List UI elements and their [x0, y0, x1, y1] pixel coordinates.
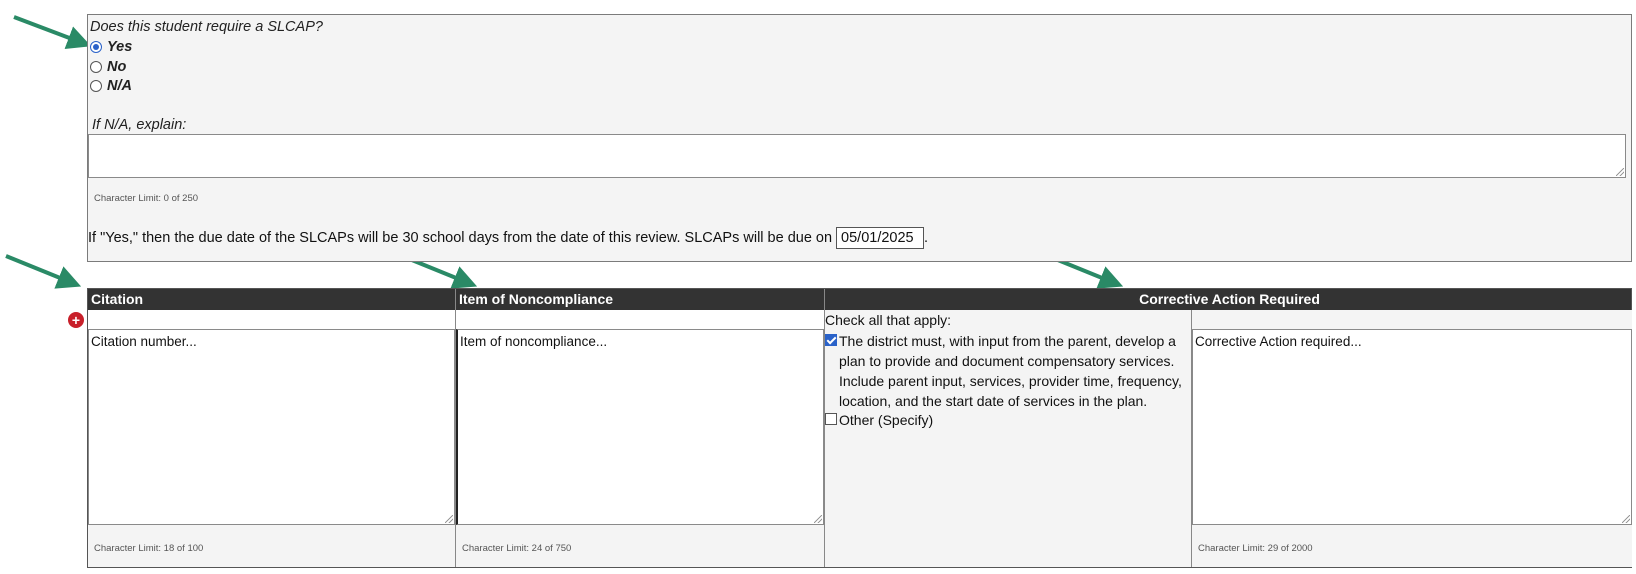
radio-no-label: No — [107, 59, 127, 75]
resize-grip-icon[interactable] — [814, 515, 822, 523]
radio-yes-button[interactable] — [90, 41, 102, 53]
corrective-text-cell: Corrective Action required... Character … — [1191, 310, 1632, 567]
checks-prompt: Check all that apply: — [825, 312, 952, 328]
resize-grip-icon[interactable] — [1616, 168, 1624, 176]
radio-no-button[interactable] — [90, 61, 102, 73]
check-compensatory-label: The district must, with input from the p… — [839, 333, 1182, 409]
radio-na[interactable]: N/A — [90, 78, 132, 94]
resize-grip-icon[interactable] — [1622, 515, 1630, 523]
item-char-limit: Character Limit: 24 of 750 — [462, 543, 572, 554]
item-cell: Item of noncompliance... Character Limit… — [456, 329, 824, 567]
explain-label: If N/A, explain: — [92, 117, 187, 133]
radio-yes[interactable]: Yes — [90, 39, 132, 55]
radio-na-label: N/A — [107, 78, 132, 94]
citation-cell: Citation number... Character Limit: 18 o… — [88, 329, 455, 567]
corrective-textarea[interactable]: Corrective Action required... — [1192, 329, 1632, 525]
checkbox-compensatory[interactable] — [825, 334, 837, 346]
checkbox-other[interactable] — [825, 413, 837, 425]
add-row-icon[interactable]: + — [68, 312, 84, 328]
slcap-panel: Does this student require a SLCAP? Yes N… — [87, 14, 1632, 262]
citation-textarea[interactable]: Citation number... — [88, 329, 455, 525]
check-option-other[interactable]: Other (Specify) — [825, 410, 933, 430]
corrective-checks-cell: Check all that apply: The district must,… — [825, 310, 1191, 567]
explain-char-limit: Character Limit: 0 of 250 — [94, 193, 199, 204]
header-citation: Citation — [88, 289, 455, 310]
radio-no[interactable]: No — [90, 59, 126, 75]
due-date-input[interactable] — [836, 227, 925, 249]
header-corrective: Corrective Action Required — [824, 289, 1631, 310]
corrective-char-limit: Character Limit: 29 of 2000 — [1198, 543, 1313, 554]
slcap-question: Does this student require a SLCAP? — [90, 19, 323, 35]
radio-yes-label: Yes — [107, 39, 133, 55]
header-item: Item of Noncompliance — [455, 289, 824, 310]
due-date-text: If "Yes," then the due date of the SLCAP… — [88, 230, 833, 246]
item-textarea[interactable]: Item of noncompliance... — [456, 329, 824, 525]
arrow-to-citation — [5, 254, 82, 289]
noncompliance-table: Citation Item of Noncompliance Correctiv… — [87, 288, 1632, 568]
arrow-to-yes — [13, 15, 92, 49]
radio-na-button[interactable] — [90, 80, 102, 92]
check-option-compensatory[interactable]: The district must, with input from the p… — [825, 331, 1189, 411]
due-date-period: . — [924, 230, 929, 246]
due-date-row: If "Yes," then the due date of the SLCAP… — [88, 227, 928, 249]
check-other-label: Other (Specify) — [839, 412, 934, 428]
explain-textarea[interactable] — [88, 134, 1626, 178]
explain-textarea-wrap — [88, 134, 1626, 178]
citation-char-limit: Character Limit: 18 of 100 — [94, 543, 204, 554]
resize-grip-icon[interactable] — [445, 515, 453, 523]
